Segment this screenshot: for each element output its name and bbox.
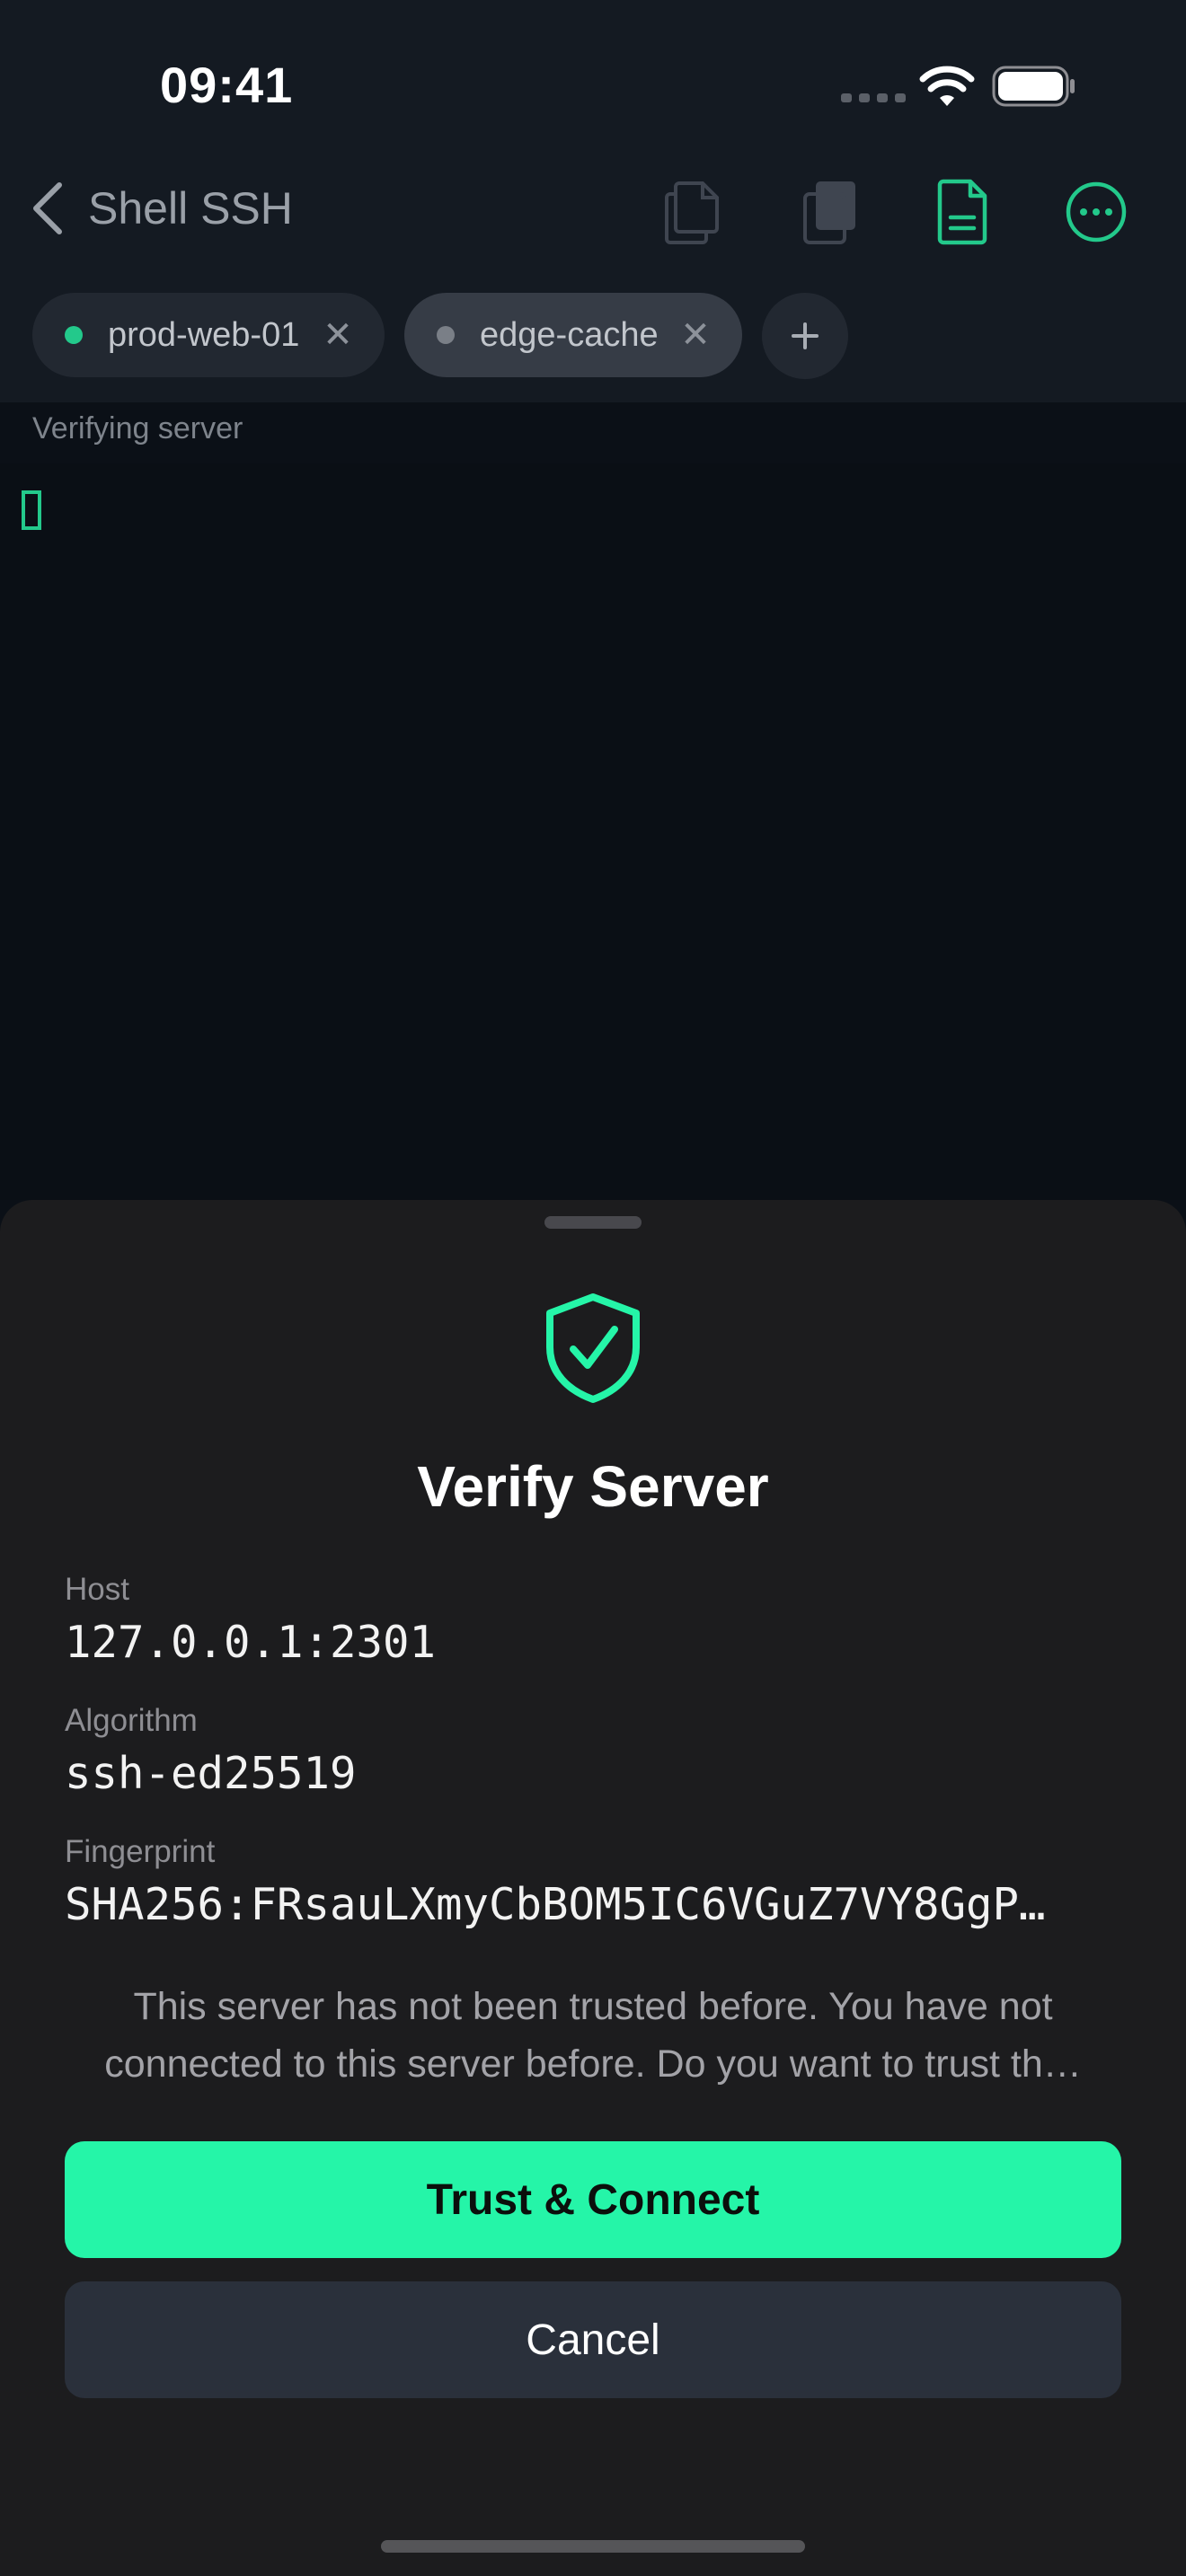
chevron-left-icon [33, 182, 62, 234]
more-options-button[interactable] [1060, 176, 1132, 248]
host-value: 127.0.0.1:2301 [65, 1617, 437, 1668]
terminal-cursor [22, 490, 41, 530]
fingerprint-label: Fingerprint [65, 1834, 216, 1869]
host-label: Host [65, 1572, 129, 1607]
cellular-signal-icon [841, 93, 906, 102]
connection-status-dot [437, 326, 455, 344]
algorithm-label: Algorithm [65, 1703, 198, 1738]
tab-label: edge-cache [480, 315, 659, 354]
fingerprint-value: SHA256:FRsauLXmyCbBOM5IC6VGuZ7VY8GgP… [65, 1879, 1046, 1930]
sheet-title: Verify Server [417, 1454, 769, 1519]
battery-icon [992, 66, 1075, 107]
close-icon[interactable]: ✕ [311, 308, 365, 362]
shield-check-icon [546, 1293, 640, 1403]
message-line: connected to this server before. Do you … [104, 2042, 1082, 2086]
home-indicator [381, 2540, 805, 2553]
tab-edge-cache[interactable]: edge-cache ✕ [404, 293, 742, 377]
tab-label: prod-web-01 [108, 315, 300, 354]
document-button[interactable] [927, 176, 999, 248]
paste-clipboard-icon [803, 181, 855, 244]
trust-warning-message: This server has not been trusted before.… [65, 1978, 1121, 2093]
wifi-icon [919, 66, 975, 106]
copy-button[interactable] [656, 176, 728, 248]
back-button[interactable]: Shell SSH [27, 180, 293, 237]
terminal-view[interactable] [0, 463, 1186, 1200]
paste-button[interactable] [794, 176, 866, 248]
connection-status-dot [65, 326, 83, 344]
plus-icon [792, 322, 819, 349]
more-options-icon [1066, 181, 1127, 243]
add-tab-button[interactable] [762, 293, 848, 379]
algorithm-value: ssh-ed25519 [65, 1748, 357, 1799]
close-icon[interactable]: ✕ [668, 308, 722, 362]
message-line: This server has not been trusted before.… [133, 1985, 1053, 2028]
status-time: 09:41 [160, 57, 294, 113]
sheet-drag-handle[interactable] [544, 1216, 642, 1229]
nav-title: Shell SSH [88, 183, 293, 234]
tab-prod-web-01[interactable]: prod-web-01 ✕ [32, 293, 385, 377]
document-icon [937, 179, 987, 245]
trust-connect-button[interactable]: Trust & Connect [65, 2141, 1121, 2258]
status-bar: 09:41 [0, 0, 1186, 171]
cancel-button[interactable]: Cancel [65, 2281, 1121, 2398]
connection-status-label: Verifying server [32, 411, 243, 446]
verify-server-sheet: Verify Server Host 127.0.0.1:2301 Algori… [0, 1200, 1186, 2576]
copy-document-icon [665, 181, 719, 244]
